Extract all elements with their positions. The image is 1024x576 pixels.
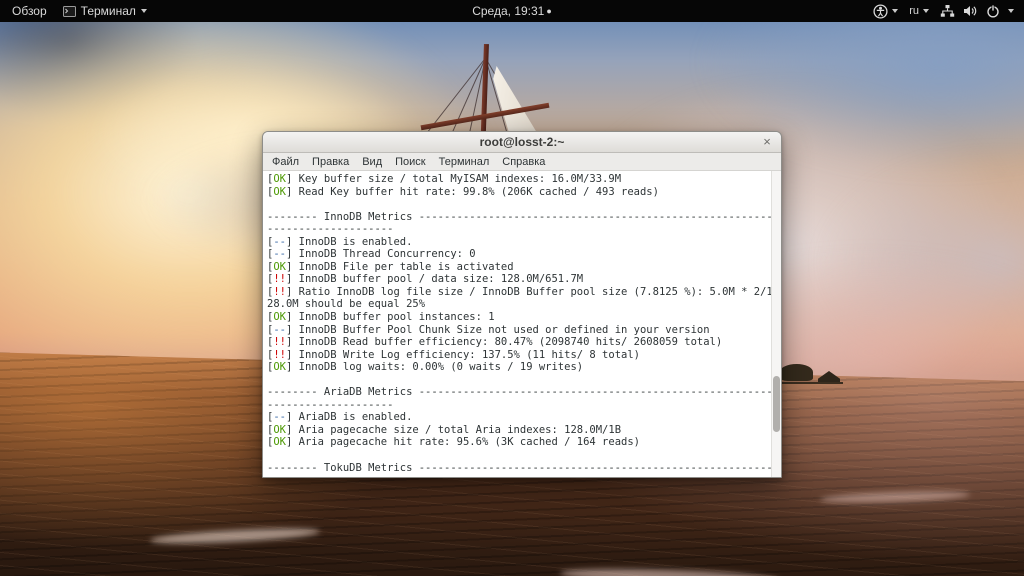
gnome-top-bar: Обзор Терминал Среда, 19:31 ● ru — [0, 0, 1024, 22]
terminal-line: [OK] InnoDB log waits: 0.00% (0 waits / … — [267, 361, 584, 374]
menu-item-6[interactable]: Справка — [500, 155, 547, 169]
volume-icon — [964, 6, 977, 16]
menu-item-2[interactable]: Правка — [310, 155, 351, 169]
island-pier — [779, 382, 843, 384]
keyboard-layout-label: ru — [909, 5, 919, 17]
island-trees — [779, 364, 813, 381]
power-icon — [987, 4, 999, 18]
menu-bar: Файл Правка Вид Поиск Терминал Справка — [263, 153, 781, 171]
scrollbar[interactable] — [771, 171, 781, 477]
terminal-line: [--] InnoDB is enabled. — [267, 235, 413, 248]
keyboard-layout-button[interactable]: ru — [909, 5, 929, 17]
menu-item-3[interactable]: Вид — [360, 155, 384, 169]
window-titlebar[interactable]: root@losst-2:~ × — [263, 132, 781, 153]
terminal-icon — [62, 5, 76, 17]
clock-label: Среда, 19:31 — [472, 4, 545, 18]
terminal-line: [OK] Read Key buffer hit rate: 99.8% (20… — [267, 185, 659, 198]
terminal-line: -------------------- — [267, 398, 394, 411]
clock-area: Среда, 19:31 ● — [0, 4, 1024, 18]
screen: Обзор Терминал Среда, 19:31 ● ru root@lo… — [0, 0, 1024, 576]
terminal-line: -------------------- — [267, 223, 394, 236]
terminal-window: root@losst-2:~ × Файл Правка Вид Поиск Терми… — [262, 131, 782, 478]
menu-item-4[interactable]: Поиск — [393, 155, 427, 169]
terminal-line: [OK] InnoDB buffer pool instances: 1 — [267, 311, 495, 324]
terminal-line: [OK] Aria pagecache size / total Aria in… — [267, 423, 622, 436]
accessibility-button[interactable] — [873, 3, 899, 19]
terminal-line: -------- TokuDB Metrics ----------------… — [267, 461, 773, 474]
chevron-down-icon — [1008, 9, 1014, 13]
chevron-down-icon — [892, 9, 899, 13]
terminal-line: [!!] InnoDB Read buffer efficiency: 80.4… — [267, 336, 723, 349]
terminal-line: [OK] Key buffer size / total MyISAM inde… — [267, 173, 622, 185]
app-menu-button[interactable]: Терминал — [62, 4, 147, 18]
terminal-line: 28.0M should be equal 25% — [267, 298, 426, 311]
menu-item-1[interactable]: Файл — [270, 155, 301, 169]
chevron-down-icon — [140, 9, 147, 13]
app-menu-label: Терминал — [80, 4, 136, 18]
window-title: root@losst-2:~ — [479, 135, 565, 149]
terminal-line: [OK] InnoDB File per table is activated — [267, 260, 514, 273]
terminal-line: [!!] InnoDB Write Log efficiency: 137.5%… — [267, 348, 640, 361]
close-button[interactable]: × — [760, 135, 774, 149]
accessibility-icon — [873, 3, 888, 19]
chevron-down-icon — [923, 9, 929, 13]
terminal-line: [OK] Aria pagecache hit rate: 95.6% (3K … — [267, 436, 640, 449]
terminal-line: [--] AriaDB is enabled. — [267, 411, 413, 424]
activities-button[interactable]: Обзор — [10, 4, 49, 18]
clock-button[interactable]: Среда, 19:31 ● — [472, 4, 552, 18]
network-wired-icon — [940, 5, 955, 17]
notification-dot: ● — [546, 6, 552, 16]
system-status-button[interactable] — [940, 4, 1014, 18]
terminal-line: [--] InnoDB Buffer Pool Chunk Size not u… — [267, 323, 710, 336]
terminal-line: [!!] InnoDB buffer pool / data size: 128… — [267, 273, 584, 286]
terminal-output: [OK] Key buffer size / total MyISAM inde… — [267, 173, 773, 477]
terminal-viewport[interactable]: [OK] Key buffer size / total MyISAM inde… — [263, 171, 781, 477]
menu-item-5[interactable]: Терминал — [437, 155, 492, 169]
terminal-line: -------- AriaDB Metrics ----------------… — [267, 386, 773, 399]
terminal-line: [--] InnoDB Thread Concurrency: 0 — [267, 248, 476, 261]
terminal-line: -------- InnoDB Metrics ----------------… — [267, 210, 773, 223]
scrollbar-thumb[interactable] — [773, 376, 780, 432]
terminal-line: [!!] Ratio InnoDB log file size / InnoDB… — [267, 285, 773, 298]
